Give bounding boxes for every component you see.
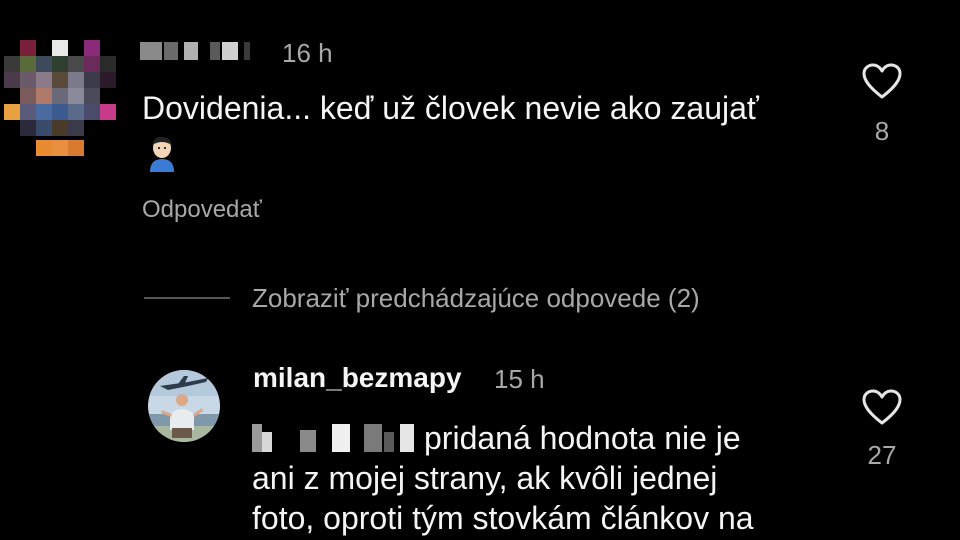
person-emoji-icon — [146, 134, 178, 172]
comment-text: pridaná hodnota nie je ani z mojej stran… — [252, 418, 852, 538]
like-heart-icon[interactable] — [861, 388, 903, 426]
like-count: 27 — [867, 440, 897, 470]
avatar[interactable] — [148, 370, 220, 442]
view-previous-replies-link[interactable]: Zobraziť predchádzajúce odpovede (2) — [252, 283, 700, 314]
comment-text-line: pridaná hodnota nie je — [424, 420, 741, 456]
comment-username[interactable]: milan_bezmapy — [253, 362, 462, 394]
username-redacted[interactable] — [140, 42, 260, 60]
comment-timestamp: 16 h — [282, 38, 333, 68]
comment-timestamp: 15 h — [494, 364, 545, 394]
comment-text-line: ani z mojej strany, ak kvôli jednej — [252, 460, 718, 496]
replies-divider — [144, 297, 230, 299]
comment-text: Dovidenia... keď už človek nevie ako zau… — [142, 90, 759, 126]
like-heart-icon[interactable] — [861, 62, 903, 100]
comment-text-line: foto, oproti tým stovkám článkov na — [252, 500, 754, 536]
avatar-pixelated[interactable] — [4, 40, 120, 158]
like-count: 8 — [874, 116, 890, 146]
reply-button[interactable]: Odpovedať — [142, 196, 262, 224]
